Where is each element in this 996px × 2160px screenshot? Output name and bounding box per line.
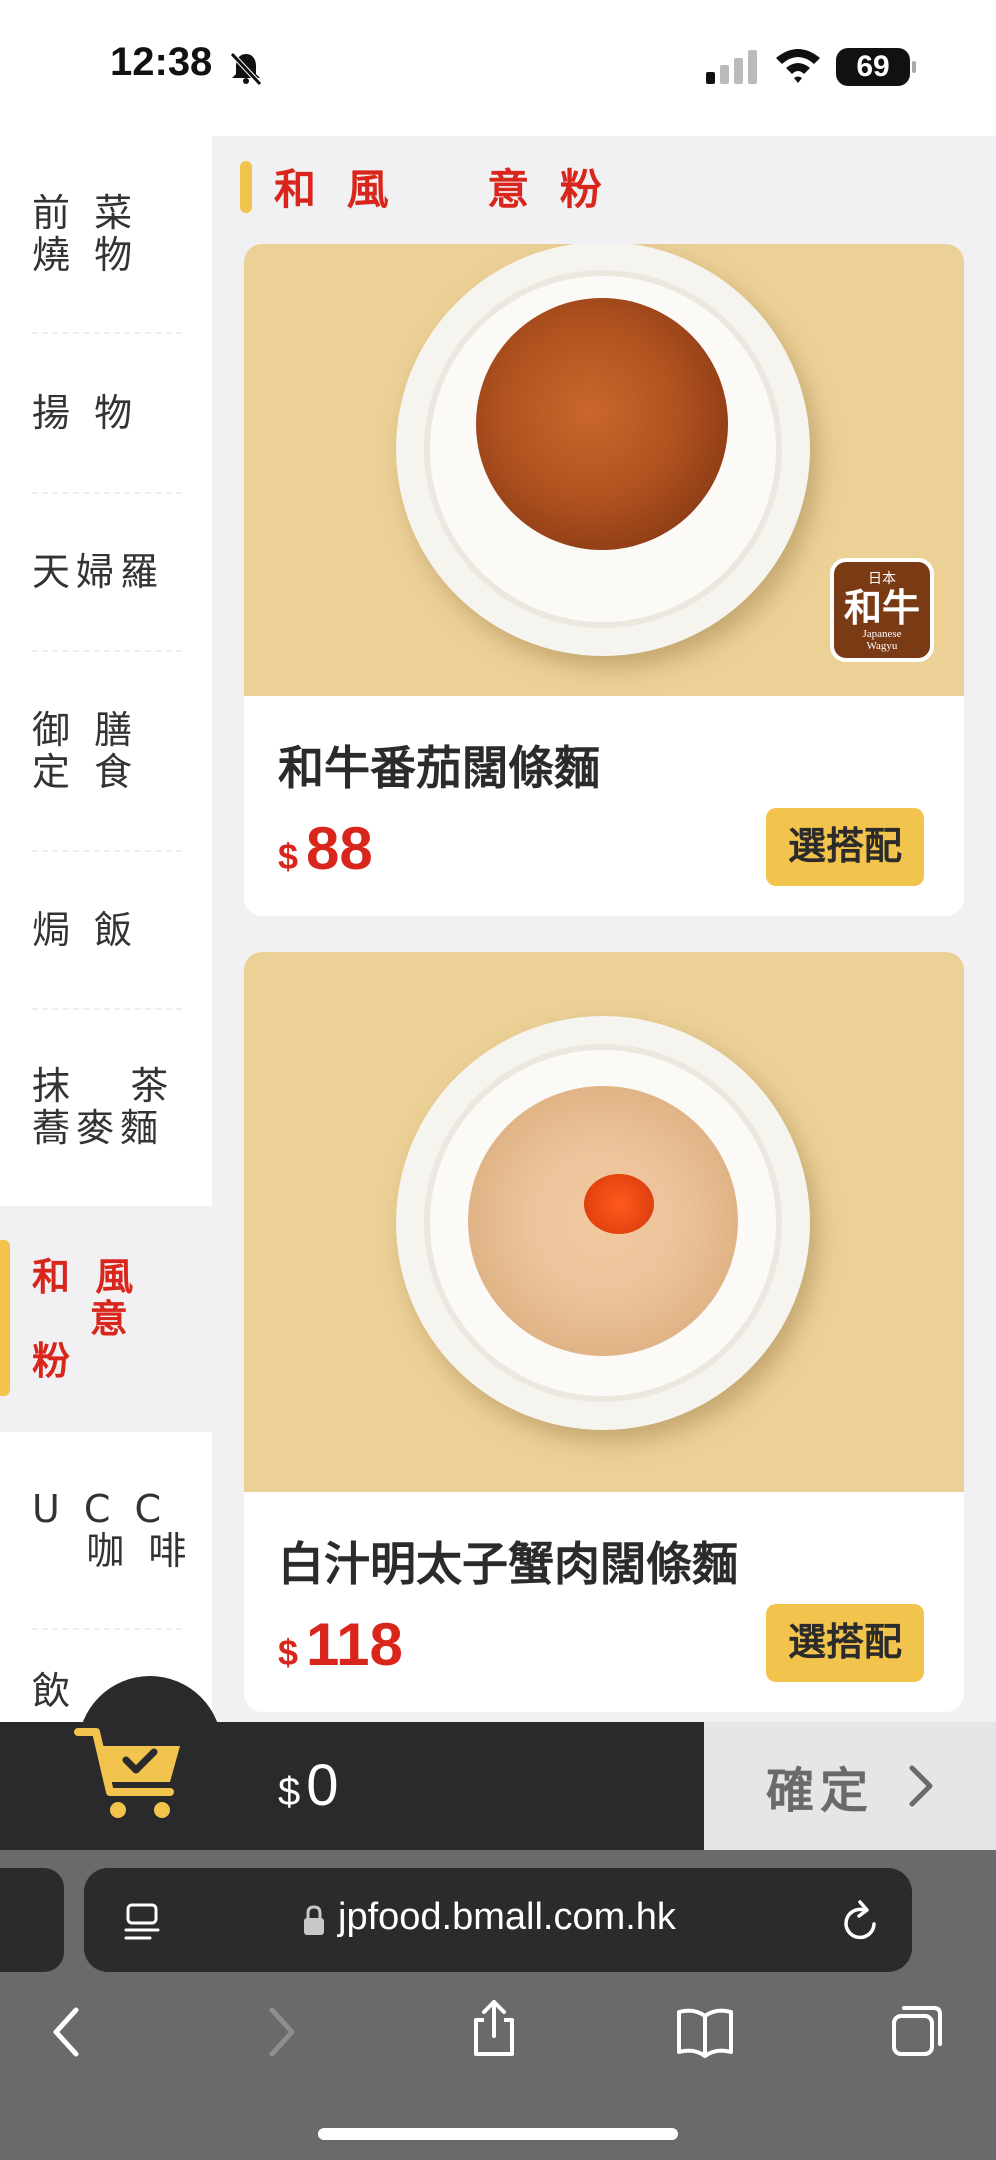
section-header: 和 風 意 粉 [240, 156, 610, 217]
sidebar-item-fried[interactable]: 揚 物 [0, 334, 212, 492]
badge-sub-text: Wagyu [866, 640, 898, 652]
roe-topping-image [584, 1174, 654, 1234]
product-info: 白汁明太子蟹肉闊條麵 $118 選搭配 [244, 1492, 964, 1712]
lock-icon [304, 1905, 324, 1935]
sidebar-item-label: U C C 咖 啡 [32, 1487, 193, 1573]
page-menu-icon[interactable] [124, 1902, 160, 1942]
sidebar-item-baked-rice[interactable]: 焗 飯 [0, 852, 212, 1008]
signal-icon [706, 50, 757, 84]
sidebar-item-label: 御 膳 定 食 [32, 708, 139, 794]
product-list[interactable]: 和 風 意 粉 日本 和牛 Japanese Wagyu 和牛番茄闊條麵 $88 [212, 136, 996, 1722]
sidebar-item-tempura[interactable]: 天婦羅 [0, 494, 212, 650]
share-icon[interactable] [470, 1998, 518, 2058]
url-text[interactable]: jpfood.bmall.com.hk [338, 1896, 676, 1939]
sidebar-item-label: 飲 [32, 1669, 77, 1713]
sidebar-item-label: 前 菜 燒 物 [32, 191, 139, 277]
sidebar-item-label: 揚 物 [32, 391, 139, 435]
confirm-label: 確定 [765, 1763, 874, 1819]
badge-main-text: 和牛 [843, 586, 920, 630]
sidebar-item-japanese-pasta[interactable]: 和 風 意 粉 [0, 1206, 212, 1432]
badge-top-text: 日本 [868, 571, 896, 587]
currency-symbol: $ [278, 836, 299, 877]
product-price: $118 [278, 1610, 403, 1679]
chevron-right-icon [909, 1765, 933, 1807]
back-icon[interactable] [48, 2004, 82, 2060]
shopping-cart-icon[interactable] [70, 1716, 190, 1826]
confirm-button[interactable]: 確定 [704, 1722, 996, 1850]
sidebar-item-label: 焗 飯 [32, 908, 139, 952]
product-info: 和牛番茄闊條麵 $88 選搭配 [244, 696, 964, 916]
section-title: 和 風 意 粉 [274, 165, 610, 214]
sidebar-item-appetizers[interactable]: 前 菜 燒 物 [0, 136, 212, 332]
product-name: 白汁明太子蟹肉闊條麵 [278, 1537, 738, 1591]
category-sidebar[interactable]: 前 菜 燒 物 揚 物 天婦羅 御 膳 定 食 焗 飯 抹 茶 蕎麥麵 和 風 … [0, 136, 212, 1722]
currency-symbol: $ [278, 1632, 299, 1673]
product-card[interactable]: 白汁明太子蟹肉闊條麵 $118 選搭配 [244, 952, 964, 1712]
battery-indicator: 69 [836, 48, 916, 86]
price-amount: 88 [306, 815, 373, 882]
active-category-indicator [0, 1240, 10, 1396]
sidebar-item-label: 抹 茶 蕎麥麵 [32, 1064, 175, 1150]
sidebar-item-set-meals[interactable]: 御 膳 定 食 [0, 652, 212, 850]
price-amount: 118 [306, 1611, 403, 1678]
sidebar-item-label: 天婦羅 [32, 550, 165, 594]
home-indicator [318, 2128, 678, 2140]
currency-symbol: $ [278, 1770, 301, 1814]
choose-options-button[interactable]: 選搭配 [766, 1604, 924, 1682]
tabs-icon[interactable] [890, 2004, 944, 2058]
bookmarks-icon[interactable] [676, 2006, 734, 2058]
cart-total-amount: 0 [306, 1753, 339, 1818]
cart-total: $0 [278, 1752, 339, 1819]
status-bar: 12:38 69 [0, 0, 996, 136]
choose-options-button[interactable]: 選搭配 [766, 808, 924, 886]
previous-tab-preview[interactable] [0, 1868, 64, 1972]
wagyu-badge: 日本 和牛 Japanese Wagyu [830, 558, 934, 662]
product-image[interactable] [244, 952, 964, 1492]
product-image[interactable]: 日本 和牛 Japanese Wagyu [244, 244, 964, 696]
reload-icon[interactable] [842, 1898, 882, 1942]
product-price: $88 [278, 814, 373, 883]
page: 12:38 69 前 菜 燒 物 揚 物 天婦羅 御 膳 定 食 焗 飯 抹 茶… [0, 0, 996, 2160]
product-card[interactable]: 日本 和牛 Japanese Wagyu 和牛番茄闊條麵 $88 選搭配 [244, 244, 964, 916]
sidebar-item-label: 和 風 意 粉 [32, 1255, 140, 1383]
bell-muted-icon [230, 52, 262, 86]
section-marker [240, 160, 252, 213]
status-time: 12:38 [110, 40, 213, 84]
product-name: 和牛番茄闊條麵 [278, 741, 600, 795]
sidebar-item-ucc-coffee[interactable]: U C C 咖 啡 [0, 1432, 212, 1628]
forward-icon[interactable] [266, 2004, 300, 2060]
wifi-icon [776, 49, 820, 83]
tomato-pasta-image [476, 298, 728, 550]
sidebar-item-matcha-soba[interactable]: 抹 茶 蕎麥麵 [0, 1010, 212, 1204]
